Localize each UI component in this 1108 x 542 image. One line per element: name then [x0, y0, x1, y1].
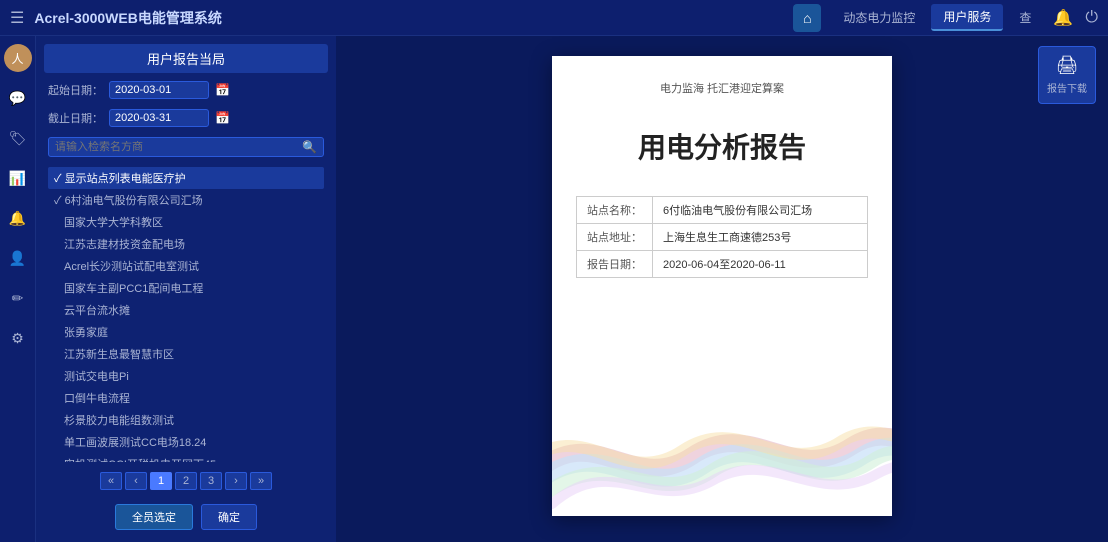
print-icon: 🖨 — [1056, 55, 1079, 76]
list-item[interactable]: ✓ 显示站点列表电能医疗护 — [48, 167, 324, 189]
main-content: 电力监海 托汇港迎定算案 用电分析报告 站点名称： 6付临油电气股份有限公司汇场… — [336, 36, 1108, 542]
table-cell-value: 6付临油电气股份有限公司汇场 — [653, 197, 868, 224]
list-item[interactable]: 江苏新生息最智慧市区 — [48, 343, 324, 365]
list-item[interactable]: 云平台流水摊 — [48, 299, 324, 321]
page-prev-button[interactable]: ‹ — [125, 472, 147, 490]
topbar: ☰ Acrel-3000WEB电能管理系统 ⌂ 动态电力监控 用户服务 查 🔔 … — [0, 0, 1108, 36]
topbar-nav: 动态电力监控 用户服务 查 — [831, 4, 1043, 31]
table-cell-label: 站点名称： — [577, 197, 653, 224]
table-cell-value: 2020-06-04至2020-06-11 — [653, 251, 868, 278]
page-next-button[interactable]: › — [225, 472, 247, 490]
list-item[interactable]: ✓ 6村油电气股份有限公司汇场 — [48, 189, 324, 211]
start-date-input[interactable] — [109, 81, 209, 99]
station-list: ✓ 显示站点列表电能医疗护✓ 6村油电气股份有限公司汇场国家大学大学科教区江苏志… — [44, 165, 328, 462]
app-title: Acrel-3000WEB电能管理系统 — [34, 8, 783, 28]
list-item[interactable]: 杉景胶力电能组数测试 — [48, 409, 324, 431]
sidebar-settings-icon[interactable]: ⚙ — [4, 324, 32, 352]
search-icon[interactable]: 🔍 — [302, 140, 317, 154]
right-float-label: 报告下载 — [1047, 80, 1087, 95]
table-row: 站点地址： 上海生息生工商速德253号 — [577, 224, 868, 251]
end-date-calendar-icon[interactable]: 📅 — [215, 111, 230, 125]
page-2-button[interactable]: 2 — [175, 472, 197, 490]
list-item[interactable]: 口倒牛电流程 — [48, 387, 324, 409]
table-cell-label: 站点地址： — [577, 224, 653, 251]
topbar-right: 🔔 ⏻ — [1053, 8, 1098, 28]
start-date-row: 起始日期： 📅 — [44, 79, 328, 101]
doc-title: 用电分析报告 — [576, 126, 868, 166]
start-date-calendar-icon[interactable]: 📅 — [215, 83, 230, 97]
sidebar-chart-icon[interactable]: 📊 — [4, 164, 32, 192]
doc-info-table: 站点名称： 6付临油电气股份有限公司汇场 站点地址： 上海生息生工商速德253号… — [576, 196, 868, 278]
list-item[interactable]: 江苏志建材技资金配电场 — [48, 233, 324, 255]
list-item[interactable]: 国家大学大学科教区 — [48, 211, 324, 233]
sidebar-edit-icon[interactable]: ✏ — [4, 284, 32, 312]
sidebar-tag-icon[interactable]: 🏷 — [4, 124, 32, 152]
sidebar-icons: 人 💬 🏷 📊 🔔 👤 ✏ ⚙ — [0, 36, 36, 542]
list-item[interactable]: 实机测试CCI开税机电开网下45 — [48, 453, 324, 462]
left-panel: 用户报告当局 起始日期： 📅 截止日期： 📅 🔍 ✓ 显示站点列表电能医疗护✓ … — [36, 36, 336, 542]
nav-item-query[interactable]: 查 — [1007, 5, 1043, 30]
home-button[interactable]: ⌂ — [793, 4, 821, 32]
bottom-buttons: 全员选定 确定 — [44, 500, 328, 534]
table-cell-value: 上海生息生工商速德253号 — [653, 224, 868, 251]
avatar[interactable]: 人 — [4, 44, 32, 72]
main-layout: 人 💬 🏷 📊 🔔 👤 ✏ ⚙ 用户报告当局 起始日期： 📅 截止日期： 📅 🔍… — [0, 36, 1108, 542]
end-date-label: 截止日期： — [48, 110, 103, 126]
table-row: 报告日期： 2020-06-04至2020-06-11 — [577, 251, 868, 278]
table-cell-label: 报告日期： — [577, 251, 653, 278]
search-row: 🔍 — [48, 137, 324, 157]
doc-header: 电力监海 托汇港迎定算案 — [576, 80, 868, 96]
sidebar-user-icon[interactable]: 👤 — [4, 244, 32, 272]
menu-icon[interactable]: ☰ — [10, 8, 24, 28]
page-3-button[interactable]: 3 — [200, 472, 222, 490]
list-item[interactable]: 单工画波展测试CC电场18.24 — [48, 431, 324, 453]
table-row: 站点名称： 6付临油电气股份有限公司汇场 — [577, 197, 868, 224]
confirm-button[interactable]: 确定 — [201, 504, 257, 530]
pagination: « ‹ 1 2 3 › » — [44, 468, 328, 494]
search-input[interactable] — [55, 141, 302, 153]
power-icon[interactable]: ⏻ — [1085, 9, 1098, 27]
list-item[interactable]: Acrel长沙测站试配电室测试 — [48, 255, 324, 277]
end-date-row: 截止日期： 📅 — [44, 107, 328, 129]
document: 电力监海 托汇港迎定算案 用电分析报告 站点名称： 6付临油电气股份有限公司汇场… — [552, 56, 892, 516]
start-date-label: 起始日期： — [48, 82, 103, 98]
select-all-button[interactable]: 全员选定 — [115, 504, 193, 530]
notification-icon[interactable]: 🔔 — [1053, 8, 1073, 28]
doc-wave-decoration — [552, 396, 892, 516]
list-item[interactable]: 测试交电电Pi — [48, 365, 324, 387]
page-first-button[interactable]: « — [100, 472, 122, 490]
right-float-panel[interactable]: 🖨 报告下载 — [1038, 46, 1096, 104]
page-last-button[interactable]: » — [250, 472, 272, 490]
end-date-input[interactable] — [109, 109, 209, 127]
sidebar-bell-icon[interactable]: 🔔 — [4, 204, 32, 232]
nav-item-monitoring[interactable]: 动态电力监控 — [831, 5, 927, 30]
nav-item-user-service[interactable]: 用户服务 — [931, 4, 1003, 31]
list-item[interactable]: 国家车主副PCC1配间电工程 — [48, 277, 324, 299]
panel-title: 用户报告当局 — [44, 44, 328, 73]
page-1-button[interactable]: 1 — [150, 472, 172, 490]
sidebar-chat-icon[interactable]: 💬 — [4, 84, 32, 112]
list-item[interactable]: 张勇家庭 — [48, 321, 324, 343]
home-icon: ⌂ — [803, 10, 811, 26]
